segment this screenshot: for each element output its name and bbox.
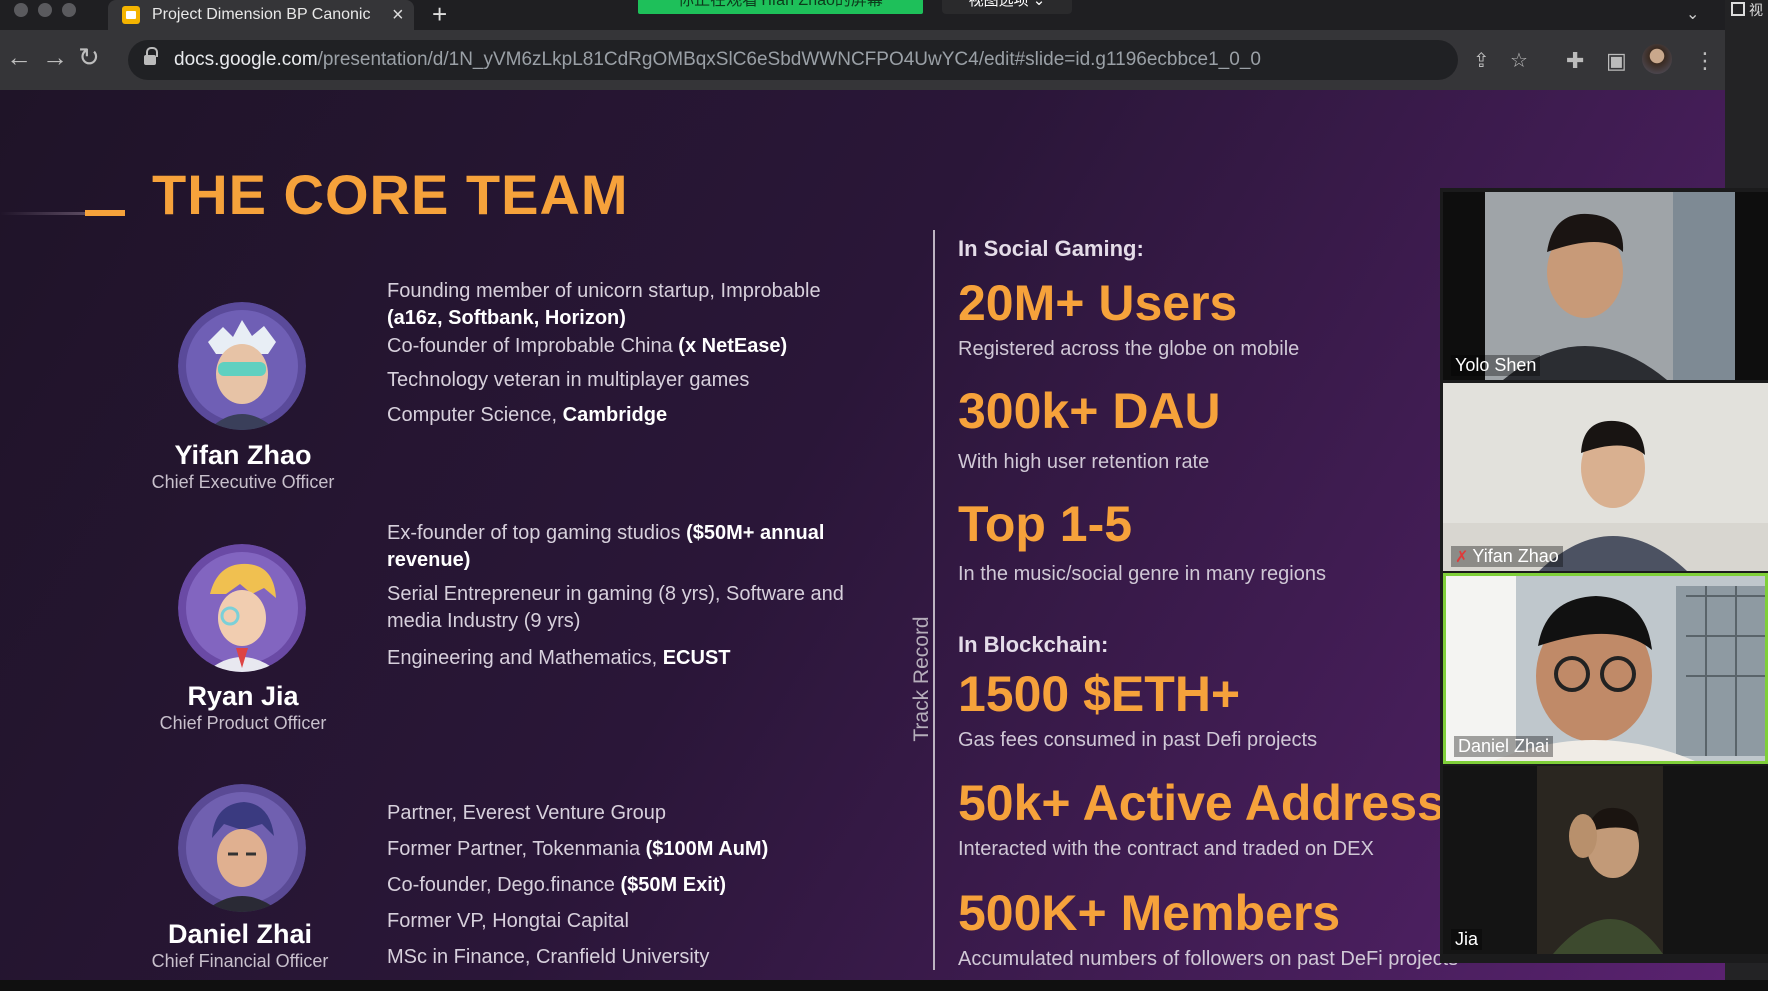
member-role: Chief Executive Officer [151, 472, 335, 492]
bookmark-star-icon[interactable]: ☆ [1510, 48, 1528, 73]
google-slides-icon [122, 6, 140, 24]
view-options-button[interactable]: 视图选项 ⌄ [942, 0, 1072, 14]
stat-caption: With high user retention rate [958, 451, 1210, 473]
participant-name: Daniel Zhai [1454, 736, 1554, 757]
stat-value: 50k+ Active Address [958, 775, 1445, 831]
tab-title: Project Dimension BP Canonic [152, 6, 371, 23]
profile-avatar[interactable] [1642, 44, 1672, 74]
member-bullet: Co-founder, Dego.finance ($50M Exit) [387, 874, 727, 896]
extensions-puzzle-icon[interactable]: ✚ [1566, 48, 1584, 74]
member-bullet: Partner, Everest Venture Group [387, 802, 667, 824]
stat-caption: Accumulated numbers of followers on past… [958, 948, 1459, 970]
forward-arrow-icon[interactable]: → [42, 42, 68, 73]
browser-toolbar: ← → ↻ docs.google.com/presentation/d/1N_… [0, 30, 1725, 90]
member-bullet: Former VP, Hongtai Capital [387, 910, 629, 932]
stat-value: 300k+ DAU [958, 383, 1221, 439]
muted-mic-icon: ✗ [1455, 549, 1469, 566]
stat-value: Top 1-5 [958, 496, 1133, 552]
lock-icon[interactable] [144, 47, 158, 67]
side-panel-icon[interactable]: ▣ [1606, 48, 1627, 74]
section-heading: In Blockchain: [958, 632, 1109, 657]
bottom-edge [0, 980, 1768, 991]
share-icon[interactable]: ⇪ [1473, 48, 1490, 73]
stat-caption: Registered across the globe on mobile [958, 338, 1300, 360]
minimize-window-button[interactable] [38, 3, 52, 17]
track-record-label: Track Record [910, 616, 933, 742]
title-accent-line [0, 212, 85, 215]
url-text: docs.google.com/presentation/d/1N_yVM6zL… [174, 49, 1261, 70]
member-name: Yifan Zhao [174, 440, 312, 470]
address-bar[interactable]: docs.google.com/presentation/d/1N_yVM6zL… [128, 40, 1528, 80]
daniel-avatar [178, 784, 306, 912]
new-tab-button[interactable]: + [432, 0, 447, 28]
member-bullet: Serial Entrepreneur in gaming (8 yrs), S… [387, 583, 844, 632]
member-bullet: Engineering and Mathematics, ECUST [387, 647, 731, 669]
screen-share-banner: 你正在观看Yifan Zhao的屏幕 [638, 0, 923, 14]
stat-caption: In the music/social genre in many region… [958, 563, 1326, 585]
member-bullet: Founding member of unicorn startup, Impr… [387, 280, 821, 329]
back-arrow-icon[interactable]: ← [6, 42, 32, 73]
member-bullet: Ex-founder of top gaming studios ($50M+ … [387, 522, 825, 571]
participant-name: ✗ Yifan Zhao [1451, 546, 1563, 567]
stat-caption: Interacted with the contract and traded … [958, 838, 1374, 860]
stat-caption: Gas fees consumed in past Defi projects [958, 729, 1318, 751]
stat-value: 1500 $ETH+ [958, 666, 1241, 722]
member-role: Chief Financial Officer [151, 951, 329, 971]
browser-tab[interactable]: Project Dimension BP Canonic × [108, 0, 414, 30]
participant-video-tile[interactable]: Jia [1443, 766, 1768, 954]
yifan-avatar [178, 302, 306, 430]
participant-video-tile[interactable]: Yolo Shen [1443, 192, 1768, 380]
participant-name: Yolo Shen [1451, 355, 1541, 376]
member-bullet: MSc in Finance, Cranfield University [387, 946, 710, 968]
member-role: Chief Product Officer [159, 713, 327, 733]
vertical-divider [933, 230, 935, 970]
member-bullet: Co-founder of Improbable China (x NetEas… [387, 335, 788, 357]
member-name: Ryan Jia [187, 681, 299, 711]
close-window-button[interactable] [14, 3, 28, 17]
gallery-view-label: 视 [1749, 2, 1763, 18]
ryan-avatar [178, 544, 306, 672]
member-name: Daniel Zhai [167, 919, 313, 949]
section-heading: In Social Gaming: [958, 236, 1144, 261]
member-bullet: Technology veteran in multiplayer games [387, 369, 750, 391]
close-tab-icon[interactable]: × [392, 4, 404, 27]
member-bullet: Former Partner, Tokenmania ($100M AuM) [387, 838, 769, 860]
stat-value: 20M+ Users [958, 275, 1238, 331]
title-accent-dash [85, 210, 125, 216]
participant-name: Jia [1451, 929, 1483, 950]
tab-search-chevron-icon[interactable]: ⌄ [1686, 4, 1699, 24]
more-menu-icon[interactable]: ⋮ [1694, 48, 1716, 74]
screen: { "browser": { "tab_title": "Project Dim… [0, 0, 1768, 991]
participant-video-tile-active[interactable]: Daniel Zhai [1443, 573, 1768, 764]
member-bullet: Computer Science, Cambridge [387, 404, 668, 426]
reload-icon[interactable]: ↻ [78, 42, 100, 73]
gallery-view-icon[interactable] [1731, 2, 1745, 16]
participant-video-tile[interactable]: ✗ Yifan Zhao [1443, 383, 1768, 571]
maximize-window-button[interactable] [62, 3, 76, 17]
stat-value: 500K+ Members [958, 885, 1341, 941]
browser-tab-bar: Project Dimension BP Canonic × + 你正在观看Yi… [0, 0, 1725, 30]
slide-title: THE CORE TEAM [152, 163, 629, 226]
